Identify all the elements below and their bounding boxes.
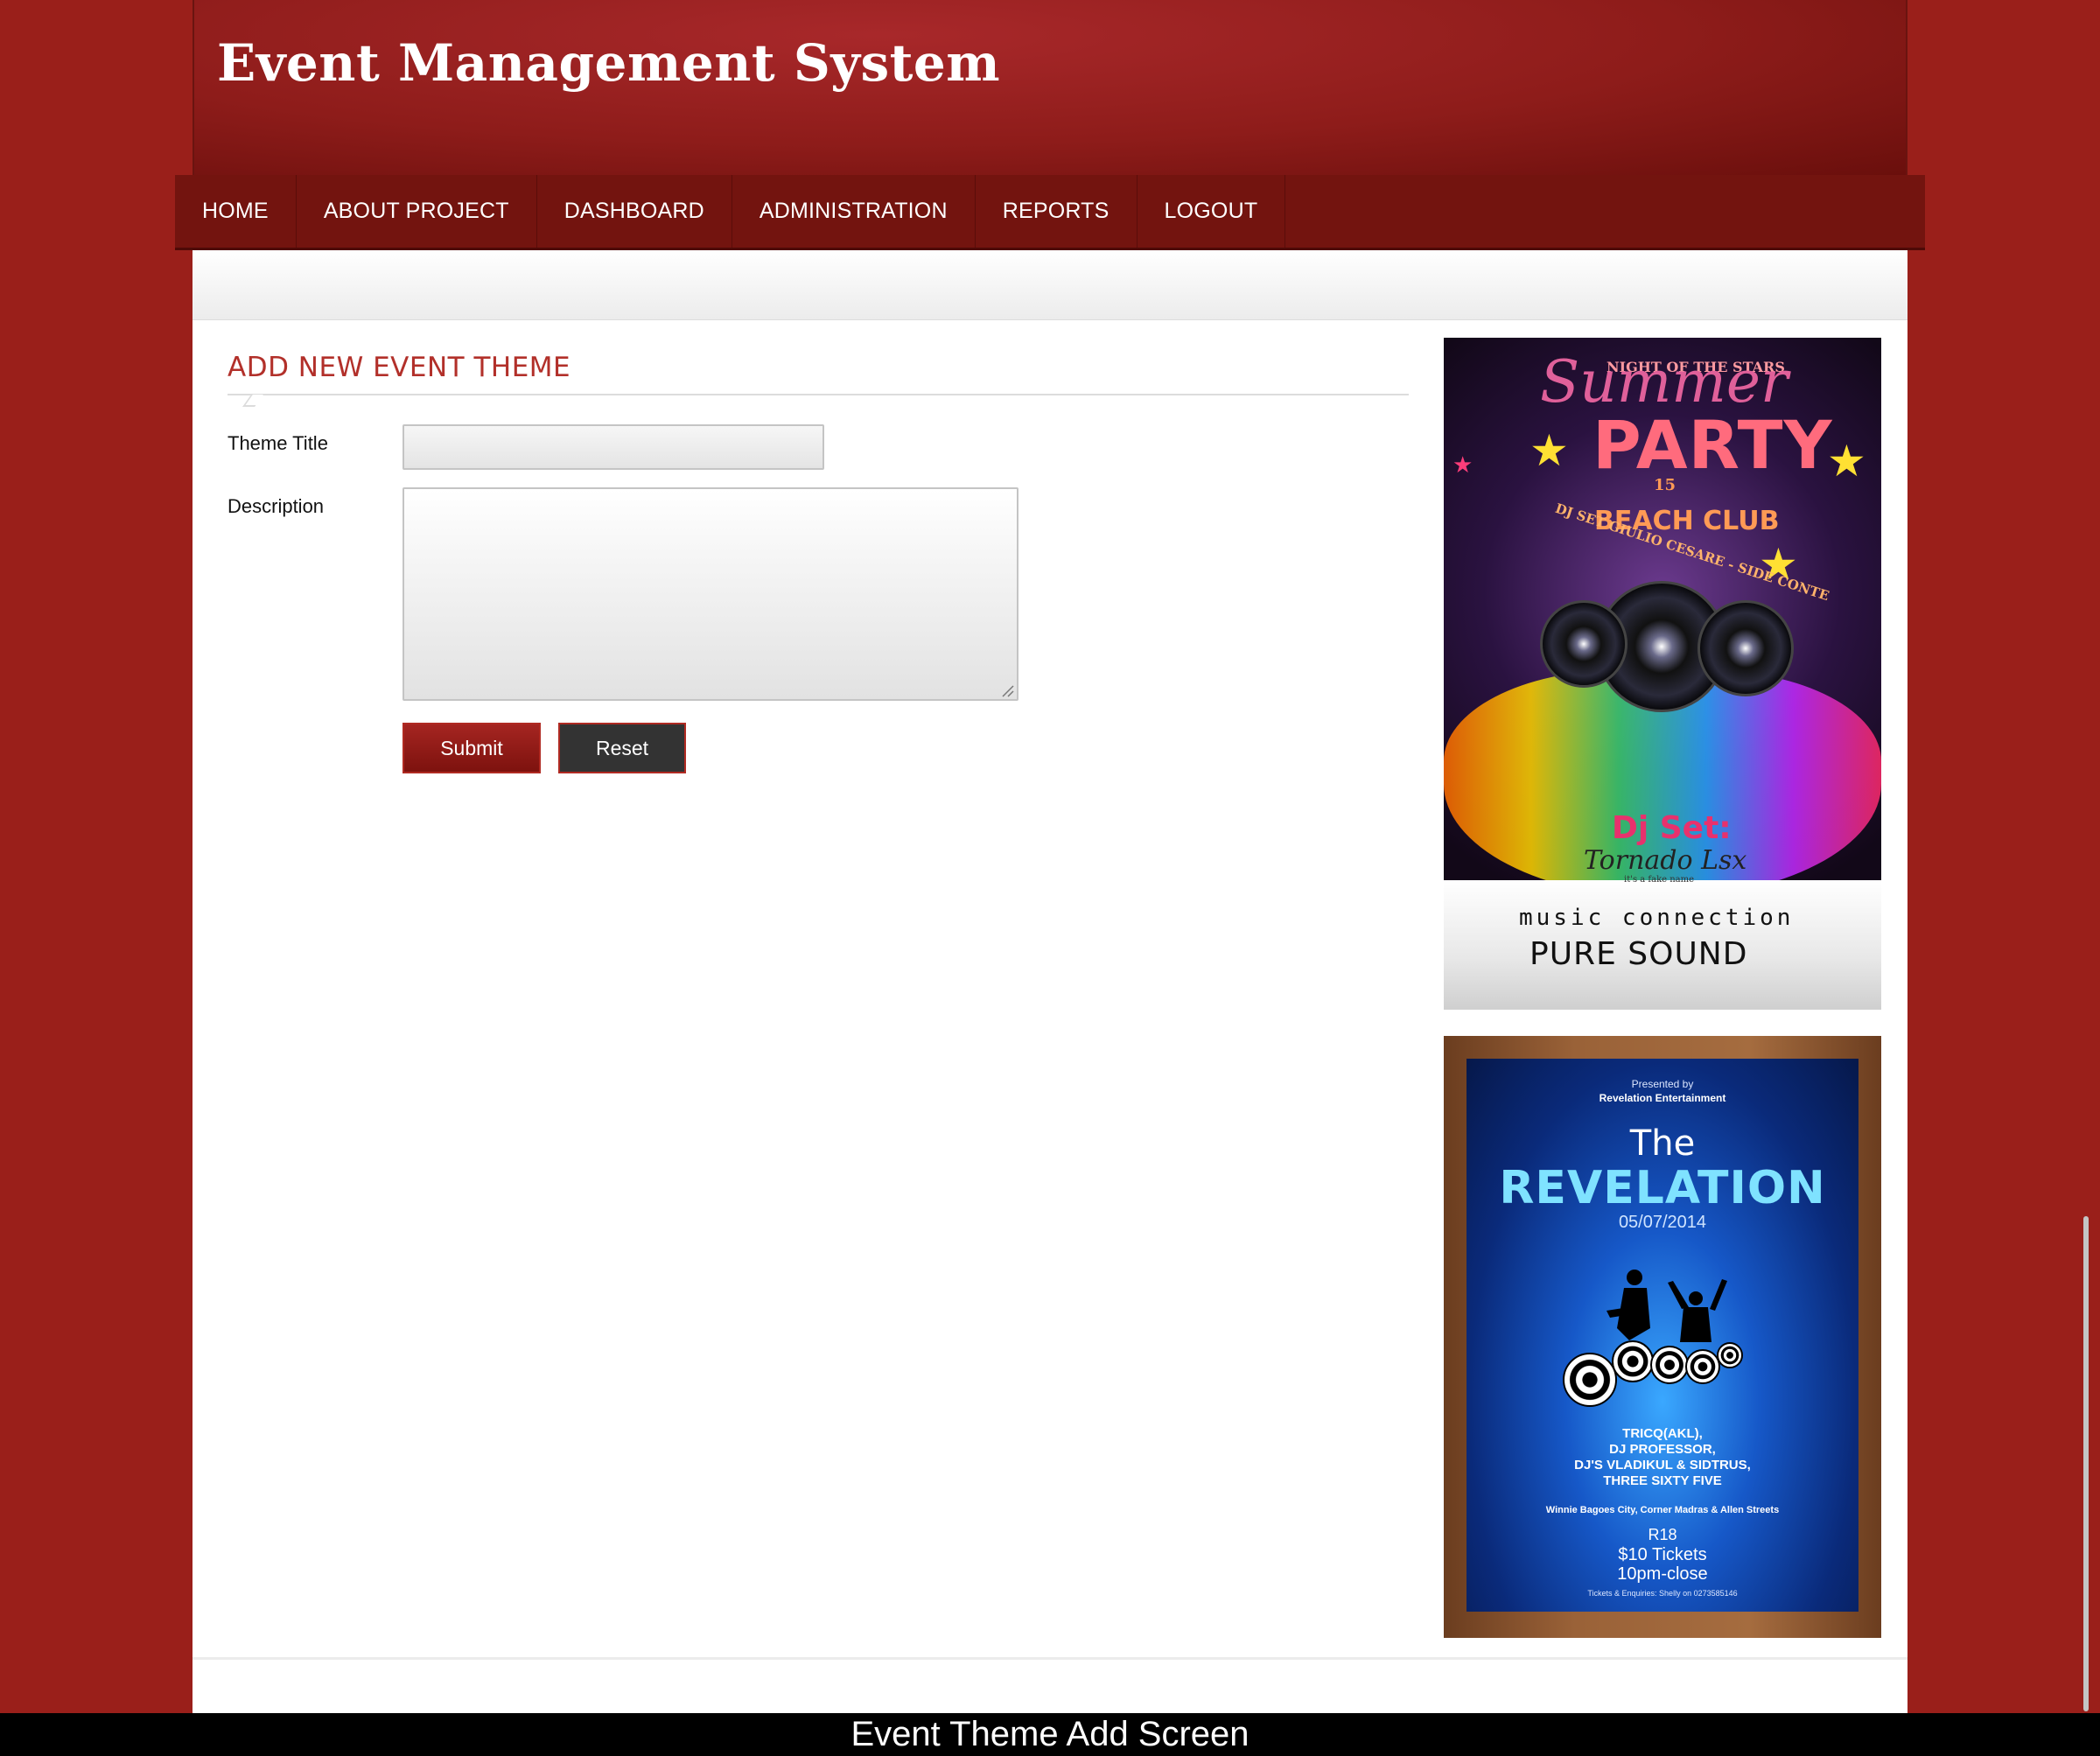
revelation-poster: Presented by Revelation Entertainment Th…: [1444, 1036, 1881, 1638]
sub-header-bar: [192, 250, 1908, 320]
poster-presented-by: Presented by: [1631, 1078, 1694, 1090]
poster-address: Winnie Bagoes City, Corner Madras & Alle…: [1545, 1505, 1780, 1515]
poster-lineup-item: THREE SIXTY FIVE: [1603, 1473, 1722, 1488]
speaker-disc-graphic: [1563, 1353, 1617, 1407]
poster-lineup-item: DJ'S VLADIKUL & SIDTRUS,: [1574, 1458, 1751, 1473]
title-divider: [228, 394, 1409, 395]
poster-age-rating: R18: [1648, 1526, 1677, 1543]
resize-grip-icon[interactable]: [999, 682, 1015, 698]
poster-year: 15: [1654, 476, 1676, 494]
vertical-scrollbar[interactable]: [2083, 1216, 2089, 1711]
poster-enquiries: Tickets & Enquiries: Shelly on 027358514…: [1587, 1589, 1738, 1598]
poster-presenter: Revelation Entertainment: [1599, 1092, 1726, 1104]
main-content: ADD NEW EVENT THEME Theme Title Descript…: [192, 250, 1908, 1713]
nav-item-reports[interactable]: REPORTS: [976, 175, 1138, 248]
caption-bar: Event Theme Add Screen: [0, 1713, 2100, 1756]
summer-party-poster: ★ ★ ★ ★ NIGHT OF THE STARS Summer PARTY …: [1444, 338, 1881, 1010]
main-nav: HOME ABOUT PROJECT DASHBOARD ADMINISTRAT…: [175, 175, 1925, 250]
reset-button[interactable]: Reset: [558, 723, 686, 773]
submit-button[interactable]: Submit: [402, 723, 541, 773]
poster-dj-name: Tornado Lsx: [1584, 845, 1747, 876]
poster-lineup-item: DJ PROFESSOR,: [1609, 1442, 1716, 1457]
star-icon: ★: [1827, 437, 1866, 486]
star-icon: ★: [1452, 451, 1474, 478]
nav-item-home[interactable]: HOME: [175, 175, 297, 248]
screen-caption: Event Theme Add Screen: [850, 1715, 1250, 1753]
description-textarea[interactable]: [402, 487, 1018, 701]
poster-music-line: music connection: [1519, 905, 1795, 931]
poster-lineup-item: TRICQ(AKL),: [1622, 1426, 1703, 1441]
page-wrapper: Event Management System ADD NEW EVENT TH…: [192, 0, 1908, 1713]
poster-headline: PARTY: [1592, 406, 1833, 484]
site-title: Event Management System: [217, 33, 1001, 93]
poster-title: REVELATION: [1499, 1162, 1826, 1214]
site-header: Event Management System: [192, 0, 1908, 175]
poster-time: 10pm-close: [1617, 1564, 1708, 1584]
poster-date: 05/07/2014: [1618, 1213, 1707, 1232]
nav-item-administration[interactable]: ADMINISTRATION: [732, 175, 976, 248]
poster-dj-set: Dj Set:: [1612, 810, 1732, 846]
title-divider-notch: [242, 395, 263, 407]
poster-inner: Presented by Revelation Entertainment Th…: [1466, 1059, 1858, 1612]
nav-item-about-project[interactable]: ABOUT PROJECT: [297, 175, 537, 248]
poster-pure-sound: PURE SOUND: [1530, 936, 1748, 972]
description-label: Description: [228, 495, 325, 517]
footer-divider: [192, 1657, 1908, 1660]
silhouette-figures-icon: [1606, 1270, 1727, 1342]
poster-tickets: $10 Tickets: [1618, 1545, 1707, 1564]
star-icon: ★: [1530, 426, 1569, 475]
speaker-graphic: [1698, 600, 1794, 696]
theme-title-label: Theme Title: [228, 432, 328, 454]
poster-the: The: [1629, 1123, 1696, 1164]
nav-item-logout[interactable]: LOGOUT: [1138, 175, 1286, 248]
speaker-graphic: [1540, 600, 1628, 688]
speaker-disc-graphic: [1685, 1349, 1720, 1384]
page-title: ADD NEW EVENT THEME: [228, 352, 571, 383]
poster-dj-note: it's a fake name: [1624, 875, 1695, 885]
theme-title-input[interactable]: [402, 424, 824, 470]
nav-item-dashboard[interactable]: DASHBOARD: [537, 175, 732, 248]
